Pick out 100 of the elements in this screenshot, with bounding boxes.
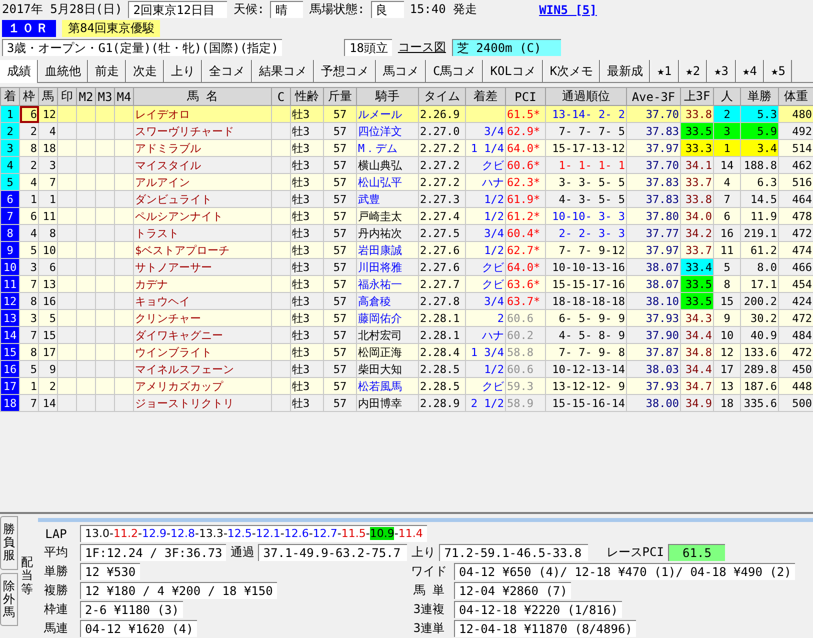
column-header[interactable]: 着 [0,88,20,106]
column-header[interactable]: 通過順位 [546,88,626,106]
tab[interactable]: 血統他 [38,60,88,82]
pci-cell: 58.9 [506,394,546,412]
horse-name-cell: ジョーストリクトリ [134,394,272,412]
column-header[interactable]: 人 [714,88,740,106]
popularity-cell: 2 [714,106,740,122]
payout-field: 04-12 ¥650 (4)/ 12-18 ¥470 (1)/ 04-18 ¥490 (2) [454,563,796,580]
column-header[interactable]: 騎手 [356,88,418,106]
win5-link[interactable]: WIN5 [5] [539,2,597,16]
payout-label: 馬連 [43,620,69,637]
column-header[interactable]: タイム [418,88,466,106]
tab[interactable]: ★4 [736,60,764,82]
finish-cell: 16 [0,360,20,378]
side-tab[interactable]: 勝負服 [0,516,18,570]
tab[interactable]: ★3 [707,60,736,82]
payout-label: 枠連 [43,601,69,618]
finish-cell: 14 [0,326,20,344]
odds-cell: 335.6 [740,394,778,412]
tab[interactable]: 前走 [88,60,126,82]
tab[interactable]: ★2 [678,60,708,82]
tab[interactable]: 次走 [126,60,164,82]
popularity-cell: 1 [714,140,740,156]
tab[interactable]: KOLコメ [483,60,543,82]
weather-field: 晴 [270,1,304,18]
last-3f-cell: 34.9 [680,394,714,412]
column-header[interactable]: M4 [114,88,134,106]
column-header[interactable]: 性齢 [290,88,324,106]
frame-cell: 6 [20,106,38,122]
payout-label: 3連単 [412,620,446,637]
column-header[interactable]: PCI [506,88,546,106]
column-header[interactable]: 上3F [680,88,714,106]
tab[interactable]: 全コメ [202,60,252,82]
frame-cell: 7 [20,394,38,412]
finish-cell: 15 [0,344,20,360]
column-header[interactable]: 単勝 [740,88,778,106]
finish-cell: 12 [0,292,20,310]
payout-label: 単勝 [43,563,69,580]
payout-field: 04-12 ¥1620 (4) [80,620,198,637]
tab[interactable]: 成績 [0,60,38,83]
conditions-field: 3歳・オープン・G1(定量)(牡・牝)(国際)(指定) [2,39,282,56]
passing-field: 37.1-49.9-63.2-75.7 [258,544,408,561]
side-tab[interactable]: 除外馬 [0,572,18,626]
column-header[interactable]: 体重 [778,88,813,106]
payout-field: 12 ¥180 / 4 ¥200 / 18 ¥150 [80,582,277,599]
tab[interactable]: C馬コメ [426,60,484,82]
finish-cell: 17 [0,378,20,394]
horse-number-cell: 14 [38,394,58,412]
tab[interactable]: 上り [164,60,202,82]
payout-label: ワイド [410,563,448,580]
track-label: 馬場状態: [309,1,365,18]
average-label: 平均 [43,544,69,561]
column-header[interactable]: 斤量 [324,88,356,106]
column-header[interactable]: 枠 [20,88,38,106]
course-map-link[interactable]: コース図 [398,39,446,56]
finish-cell: 4 [0,156,20,174]
lap-label: LAP [44,526,68,540]
popularity-cell: 3 [714,122,740,140]
tab[interactable]: 予想コメ [314,60,376,82]
lap-field: 13.0-11.2-12.9-12.8-13.3-12.5-12.1-12.6-12.7-11.5-10.9-11.4 [80,525,427,542]
column-header[interactable]: 馬 [38,88,58,106]
finish-cell: 7 [0,208,20,224]
finish-cell: 9 [0,242,20,258]
popularity-cell: 18 [714,394,740,412]
payout-field: 04-12-18 ¥2220 (1/816) [454,601,622,618]
column-header[interactable]: 着差 [466,88,506,106]
jockey-cell: 内田博幸 [356,394,418,412]
post-time: 15:40 発走 [410,1,478,18]
column-header[interactable]: Ave-3F [626,88,680,106]
column-header[interactable]: M3 [96,88,114,106]
column-header[interactable]: M2 [76,88,96,106]
column-header[interactable]: 馬 名 [134,88,272,106]
payout-field: 12 ¥530 [80,563,140,580]
race-number: １０Ｒ [2,20,56,37]
last-3f-cell: 33.5 [680,122,714,140]
runners-field: 18頭立 [344,39,392,56]
sex-age-cell: 牡3 [290,394,324,412]
course-field: 芝 2400m (C) [452,39,561,56]
race-pci-label: レースPCI [606,544,664,561]
tab[interactable]: 最新成 [600,60,650,82]
tab[interactable]: 結果コメ [252,60,314,82]
column-header[interactable]: C [272,88,290,106]
finish-cell: 8 [0,224,20,242]
tab[interactable]: 馬コメ [376,60,426,82]
last-3f-cell: 33.5 [680,276,714,292]
race-date: 2017年 5月28日(日) [2,1,122,18]
tab[interactable]: ★1 [650,60,679,82]
tab[interactable]: K次メモ [542,60,600,82]
odds-cell: 3.4 [740,140,778,156]
column-header[interactable]: 印 [58,88,76,106]
payout-field: 12-04 ¥2860 (7) [454,582,572,599]
finish-cell: 6 [0,190,20,208]
track-field: 良 [370,1,404,18]
finish-cell: 1 [0,106,20,122]
tab[interactable]: ★5 [764,60,792,82]
weight-cell: 57 [324,394,356,412]
payout-field: 12-04-18 ¥11870 (8/4896) [454,620,636,637]
average-field: 1F:12.24 / 3F:36.73 [80,544,226,561]
ave-3f-cell: 38.00 [626,394,680,412]
race-name: 第84回東京優駿 [62,20,160,37]
